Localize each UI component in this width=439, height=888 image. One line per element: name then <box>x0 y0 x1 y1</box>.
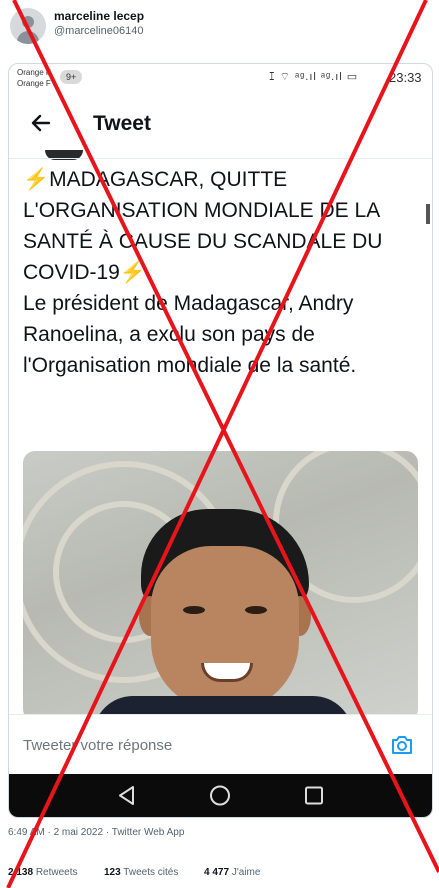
arrow-left-icon[interactable] <box>29 107 53 148</box>
photo-eye-shape <box>245 606 267 614</box>
user-handle[interactable]: @marceline06140 <box>54 25 143 37</box>
carrier-label-2: Orange F <box>17 79 51 88</box>
scrollbar[interactable] <box>426 204 430 224</box>
reply-input[interactable]: Tweeter votre réponse <box>23 737 172 754</box>
status-icons: ꕯ ⌔ ᵃᵍ.ıl ᵃᵍ.ıl ▭ <box>269 71 359 83</box>
photo-face-shape <box>151 546 299 711</box>
triangle-back-icon[interactable] <box>107 774 147 817</box>
page-title: Tweet <box>93 112 151 135</box>
post-timestamp[interactable]: 6:49 AM · 2 mai 2022 · Twitter Web App <box>8 827 184 838</box>
lightning-bolt-icon: ⚡ <box>23 168 50 191</box>
retweets-count: 2 138 <box>8 867 34 878</box>
tweet-headline-end: . <box>146 261 152 284</box>
avatar[interactable] <box>10 8 46 44</box>
status-bar: Orange F Orange F 9+ ꕯ ⌔ ᵃᵍ.ıl ᵃᵍ.ıl ▭ 2… <box>9 64 432 92</box>
circle-home-icon[interactable] <box>200 774 240 817</box>
tweet-top-bar: Tweet <box>9 99 432 154</box>
carrier-label-1: Orange F <box>17 68 51 77</box>
avatar-head-shape <box>22 16 34 28</box>
tweet-body: Le président de Madagascar, Andry Ranoel… <box>23 292 357 377</box>
tweet-text: ⚡MADAGASCAR, QUITTE L'ORGANISATION MONDI… <box>23 164 418 381</box>
likes-count: 4 477 <box>204 867 230 878</box>
quotes-label: Tweets cités <box>123 867 179 878</box>
quotes-stat[interactable]: 123 Tweets cités <box>104 867 178 878</box>
tweet-photo[interactable] <box>23 451 418 721</box>
retweets-label: Retweets <box>35 867 78 878</box>
android-nav-bar <box>9 774 432 817</box>
photo-eye-shape <box>183 606 205 614</box>
engagement-stats: 2 138 Retweets 123 Tweets cités 4 477 J'… <box>8 867 431 883</box>
quotes-count: 123 <box>104 867 121 878</box>
camera-icon[interactable] <box>390 733 414 757</box>
avatar-body-shape <box>17 31 39 44</box>
divider <box>9 158 432 159</box>
square-recent-icon[interactable] <box>294 774 334 817</box>
reply-bar: Tweeter votre réponse <box>9 714 432 775</box>
notification-badge: 9+ <box>60 70 83 84</box>
phone-screenshot: Orange F Orange F 9+ ꕯ ⌔ ᵃᵍ.ıl ᵃᵍ.ıl ▭ 2… <box>8 63 433 818</box>
tweet-headline: MADAGASCAR, QUITTE L'ORGANISATION MONDIA… <box>23 168 383 284</box>
likes-stat[interactable]: 4 477 J'aime <box>204 867 260 878</box>
display-name[interactable]: marceline lecep <box>54 9 144 23</box>
lightning-bolt-icon: ⚡ <box>119 261 147 284</box>
post-header: marceline lecep @marceline06140 <box>0 0 439 58</box>
likes-label: J'aime <box>231 867 261 878</box>
retweets-stat[interactable]: 2 138 Retweets <box>8 867 78 878</box>
status-time: 23:33 <box>389 70 422 85</box>
